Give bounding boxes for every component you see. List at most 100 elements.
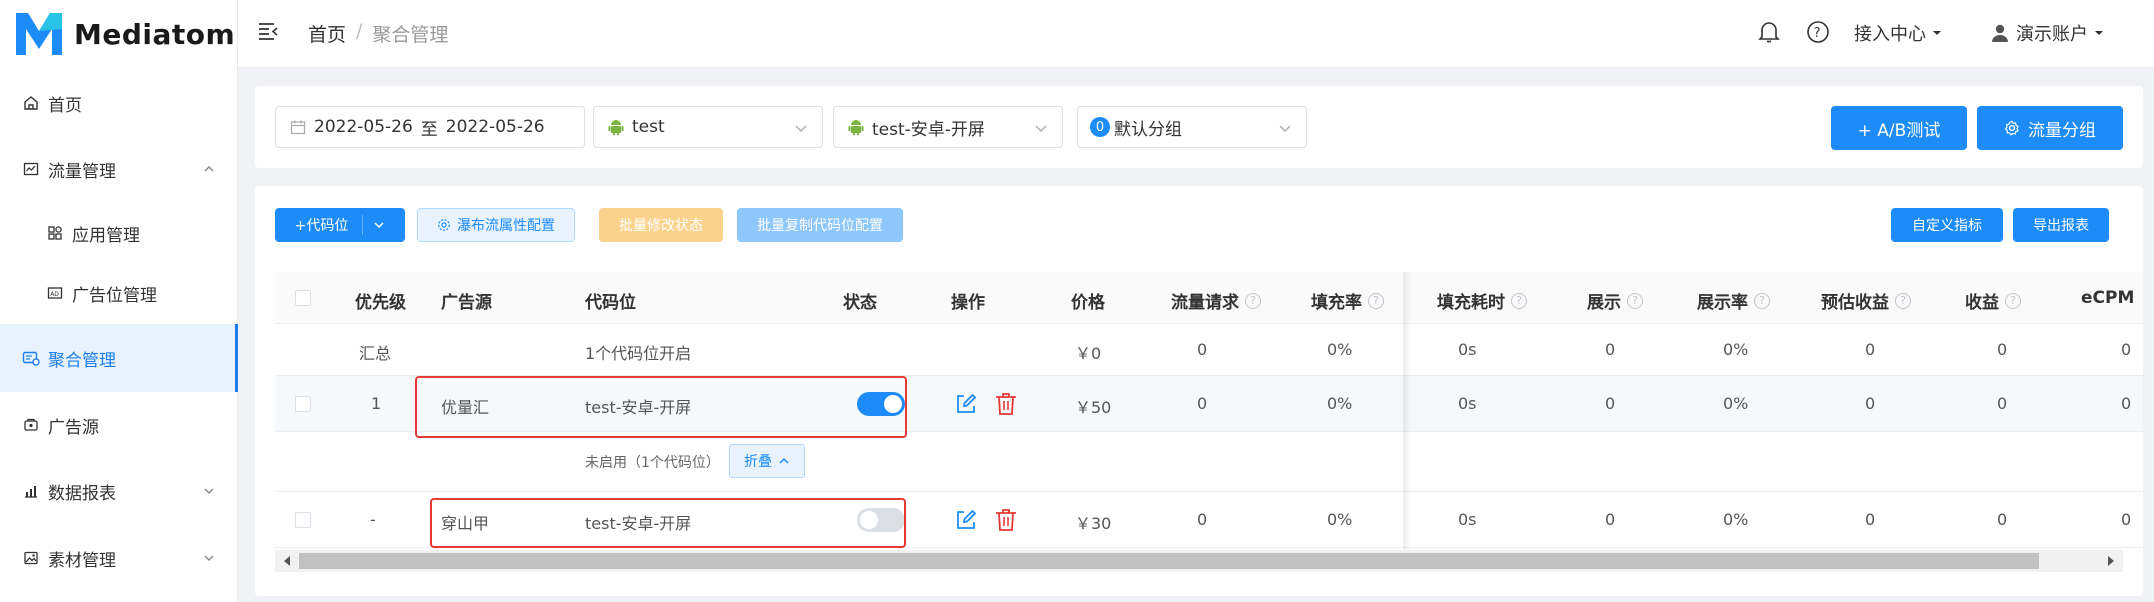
help-icon[interactable]: ? (2005, 292, 2021, 309)
app-select[interactable]: test (593, 106, 823, 148)
scroll-left-icon[interactable] (281, 554, 293, 568)
placement-select[interactable]: test-安卓-开屏 (833, 106, 1063, 148)
edit-icon[interactable] (955, 509, 977, 531)
table-header: 优先级 广告源 代码位 状态 操作 价格 流量请求? 填充率? 填充耗时? 展示… (275, 272, 2143, 324)
metric-fill-rate: 0% (1327, 510, 1353, 529)
account-name: 演示账户 (2016, 24, 2088, 45)
column-header-priority: 优先级 (355, 293, 406, 313)
sidebar-item-label: 应用管理 (72, 225, 140, 246)
caret-down-icon (1933, 31, 1941, 35)
table-summary-row: 汇总 1个代码位开启 ￥0 0 0% 0s 0 0% 0 0 0 (275, 324, 2143, 376)
metric-impression-rate: 0% (1723, 394, 1749, 413)
access-center-label: 接入中心 (1854, 24, 1926, 45)
placement-select-value: test-安卓-开屏 (872, 119, 985, 140)
caret-down-icon (2095, 31, 2103, 35)
help-button[interactable]: ? (1806, 20, 1830, 44)
sidebar-item-traffic[interactable]: 流量管理 (0, 152, 238, 186)
breadcrumb-home[interactable]: 首页 (308, 20, 346, 47)
app-root: Mediatom 首页 流量管理 应用管理 AD 广告位管理 聚合管理 广告源 … (0, 0, 2154, 602)
column-label: 流量请求 (1171, 293, 1239, 313)
group-select[interactable]: 0 默认分组 (1077, 106, 1307, 148)
sidebar-item-apps[interactable]: 应用管理 (0, 216, 238, 250)
ab-test-button[interactable]: + A/B测试 (1831, 106, 1967, 150)
date-separator: 至 (420, 119, 438, 140)
chevron-down-icon (204, 555, 214, 561)
row-checkbox[interactable] (295, 396, 311, 412)
metric-ecpm: 0 (2121, 340, 2132, 359)
brand-name: Mediatom (74, 17, 236, 51)
account-menu[interactable]: 演示账户 (1990, 20, 2104, 46)
source-icon (22, 416, 40, 434)
sidebar-item-aggregate[interactable]: 聚合管理 (0, 324, 238, 392)
metric-est-revenue: 0 (1865, 510, 1876, 529)
access-center-menu[interactable]: 接入中心 (1854, 20, 1942, 46)
sidebar-item-label: 首页 (48, 95, 82, 116)
menu-toggle-icon[interactable] (258, 22, 278, 40)
scroll-right-icon[interactable] (2105, 554, 2117, 568)
help-icon[interactable]: ? (1511, 292, 1527, 309)
batch-status-button[interactable]: 批量修改状态 (599, 208, 723, 242)
home-icon (22, 94, 40, 112)
metric-requests: 0 (1197, 394, 1208, 413)
column-label: 预估收益 (1821, 293, 1889, 313)
chevron-down-icon (795, 125, 807, 132)
sidebar-item-sources[interactable]: 广告源 (0, 408, 238, 442)
date-range-picker[interactable]: 2022-05-26 至 2022-05-26 (275, 106, 585, 148)
add-code-button[interactable]: +代码位 (295, 215, 364, 235)
chart-icon (22, 160, 40, 178)
help-icon[interactable]: ? (1368, 292, 1384, 309)
notification-bell[interactable] (1758, 20, 1780, 44)
help-icon[interactable]: ? (1245, 292, 1261, 309)
help-icon[interactable]: ? (1627, 292, 1643, 309)
batch-copy-button[interactable]: 批量复制代码位配置 (737, 208, 903, 242)
row-priority: 1 (371, 394, 382, 413)
chevron-down-icon (1035, 125, 1047, 132)
column-header-code: 代码位 (585, 293, 636, 313)
filter-bar: 2022-05-26 至 2022-05-26 test test-安卓-开屏 … (255, 86, 2143, 168)
waterfall-config-button[interactable]: 瀑布流属性配置 (417, 208, 575, 242)
apps-icon (46, 224, 64, 242)
sidebar-item-home[interactable]: 首页 (0, 86, 238, 120)
user-icon (1992, 24, 2008, 42)
edit-icon[interactable] (955, 393, 977, 415)
sidebar-item-reports[interactable]: 数据报表 (0, 474, 238, 508)
metric-impression-rate: 0% (1723, 340, 1749, 359)
metric-requests: 0 (1197, 340, 1208, 359)
column-label: 收益 (1965, 293, 1999, 313)
sidebar-item-materials[interactable]: 素材管理 (0, 541, 238, 575)
calendar-icon (290, 120, 306, 135)
aggregate-icon (22, 349, 40, 367)
summary-code: 1个代码位开启 (585, 344, 692, 363)
custom-metrics-button[interactable]: 自定义指标 (1891, 208, 2003, 242)
collapse-button[interactable]: 折叠 (729, 444, 805, 478)
report-icon (22, 482, 40, 500)
column-header-revenue: 收益? (1965, 288, 2021, 313)
group-select-value: 默认分组 (1114, 119, 1182, 140)
metric-impressions: 0 (1605, 394, 1616, 413)
metric-fill-time: 0s (1458, 340, 1477, 359)
scrollbar-thumb[interactable] (299, 553, 2039, 569)
horizontal-scrollbar[interactable] (275, 550, 2123, 572)
sidebar-item-label: 广告源 (48, 417, 99, 438)
help-icon[interactable]: ? (1754, 292, 1770, 309)
column-header-fill-rate: 填充率? (1311, 288, 1384, 313)
chevron-down-icon[interactable] (373, 220, 385, 230)
export-report-button[interactable]: 导出报表 (2013, 208, 2109, 242)
column-label: 填充耗时 (1437, 293, 1505, 313)
mediatom-logo-icon (16, 13, 62, 55)
sidebar-item-placements[interactable]: AD 广告位管理 (0, 276, 238, 310)
delete-icon[interactable] (995, 508, 1017, 532)
metric-revenue: 0 (1997, 510, 2008, 529)
column-header-price: 价格 (1071, 293, 1105, 313)
delete-icon[interactable] (995, 392, 1017, 416)
chevron-down-icon (204, 488, 214, 494)
help-icon[interactable]: ? (1895, 292, 1911, 309)
breadcrumb: 首页 / 聚合管理 (308, 20, 448, 47)
select-all-checkbox[interactable] (295, 290, 311, 306)
row-checkbox[interactable] (295, 512, 311, 528)
column-header-source: 广告源 (441, 293, 492, 313)
traffic-group-button[interactable]: 流量分组 (1977, 106, 2123, 150)
breadcrumb-current: 聚合管理 (372, 24, 449, 46)
metric-fill-time: 0s (1458, 394, 1477, 413)
logo[interactable]: Mediatom (0, 0, 237, 68)
